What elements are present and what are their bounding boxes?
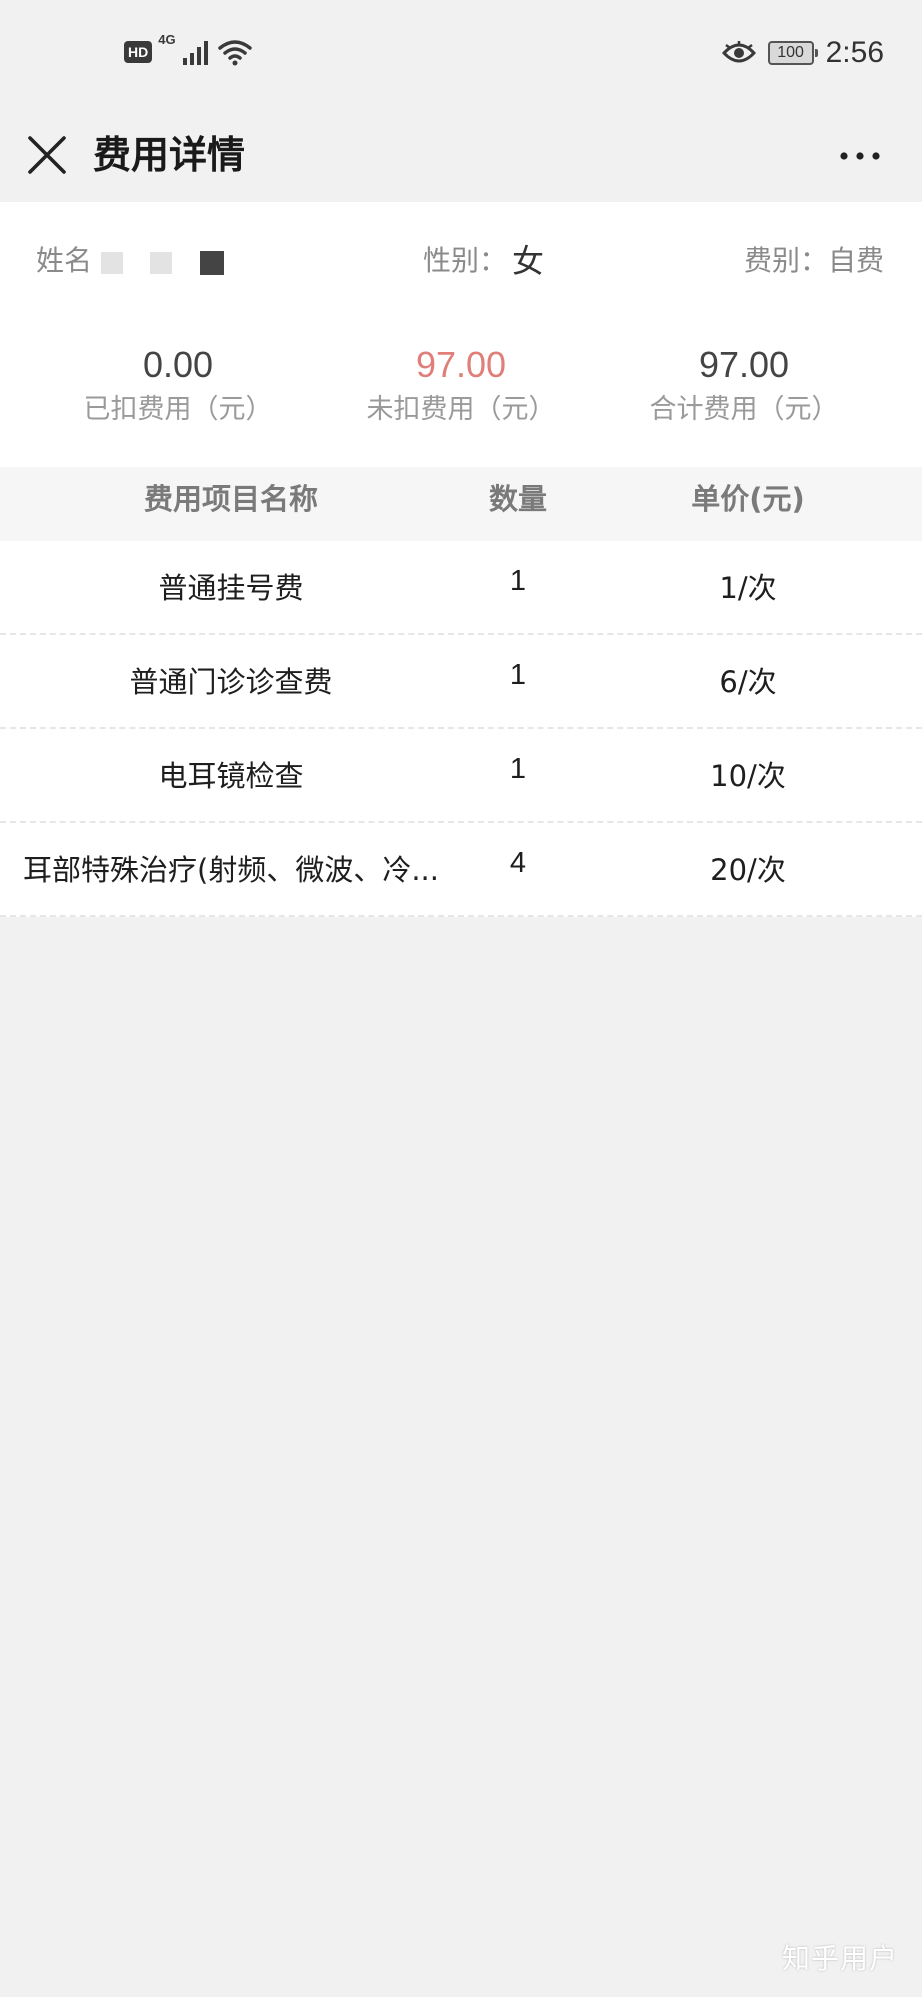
item-quantity: 4: [509, 847, 527, 879]
header-quantity: 数量: [488, 482, 547, 516]
gender-label: 性别：: [423, 244, 508, 277]
undeducted-fee: 97.00 未扣费用（元）: [311, 342, 611, 430]
item-name: 耳部特殊治疗(射频、微波、冷...: [23, 853, 439, 887]
item-name: 普通门诊诊查费: [129, 665, 333, 699]
table-row[interactable]: 普通挂号费 1 1/次: [0, 541, 922, 635]
header-unit-price: 单价(元): [691, 482, 805, 516]
fee-summary: 0.00 已扣费用（元） 97.00 未扣费用（元） 97.00 合计费用（元）: [0, 342, 922, 452]
battery-icon: 100: [767, 41, 818, 65]
header-item-name: 费用项目名称: [143, 482, 318, 516]
status-left: HD 4G: [124, 32, 252, 66]
redacted-name-block: [200, 251, 224, 275]
fee-table-body: 普通挂号费 1 1/次 普通门诊诊查费 1 6/次 电耳镜检查 1 10/次 耳…: [0, 541, 922, 917]
gender-value: 女: [512, 242, 545, 280]
patient-info-card: 姓名 性别： 女 费别：自费 0.00 已扣费用（元） 97.00 未扣费用（元…: [0, 202, 922, 467]
total-fee-value: 97.00: [698, 344, 790, 385]
status-bar: HD 4G 100 2:56: [0, 0, 922, 110]
wifi-icon: [217, 40, 252, 66]
item-name: 普通挂号费: [158, 571, 304, 605]
deducted-fee-label: 已扣费用（元）: [83, 394, 273, 425]
nav-bar: 费用详情: [0, 110, 922, 202]
fee-table-header: 费用项目名称 数量 单价(元): [0, 467, 922, 541]
page-title: 费用详情: [93, 133, 246, 177]
total-fee: 97.00 合计费用（元）: [594, 342, 894, 430]
name-label: 姓名: [36, 244, 93, 277]
redacted-name-block: [150, 252, 172, 274]
network-type: 4G: [158, 32, 176, 47]
deducted-fee-value: 0.00: [142, 344, 214, 385]
patient-info-row: 姓名 性别： 女 费别：自费: [0, 236, 922, 286]
fee-type: 费别：自费: [743, 244, 884, 277]
item-quantity: 1: [509, 753, 527, 785]
item-unit-price: 1/次: [719, 571, 777, 605]
item-unit-price: 10/次: [710, 759, 786, 793]
close-icon[interactable]: [22, 130, 72, 180]
status-time: 2:56: [825, 36, 884, 69]
undeducted-fee-label: 未扣费用（元）: [366, 394, 556, 425]
item-quantity: 1: [509, 659, 527, 691]
status-right: 100 2:56: [721, 36, 884, 70]
deducted-fee: 0.00 已扣费用（元）: [28, 342, 328, 430]
watermark: 知乎用户: [781, 1942, 898, 1975]
item-unit-price: 20/次: [710, 853, 786, 887]
item-quantity: 1: [509, 565, 527, 597]
table-row[interactable]: 电耳镜检查 1 10/次: [0, 729, 922, 823]
undeducted-fee-value: 97.00: [415, 344, 507, 385]
more-horizontal-icon[interactable]: [836, 136, 884, 176]
item-name: 电耳镜检查: [158, 759, 304, 793]
hd-badge: HD: [124, 41, 153, 63]
signal-icon: [182, 41, 208, 65]
redacted-name-block: [101, 252, 123, 274]
item-unit-price: 6/次: [719, 665, 777, 699]
total-fee-label: 合计费用（元）: [649, 394, 839, 425]
table-row[interactable]: 耳部特殊治疗(射频、微波、冷... 4 20/次: [0, 823, 922, 917]
eye-icon: [721, 41, 756, 63]
table-row[interactable]: 普通门诊诊查费 1 6/次: [0, 635, 922, 729]
